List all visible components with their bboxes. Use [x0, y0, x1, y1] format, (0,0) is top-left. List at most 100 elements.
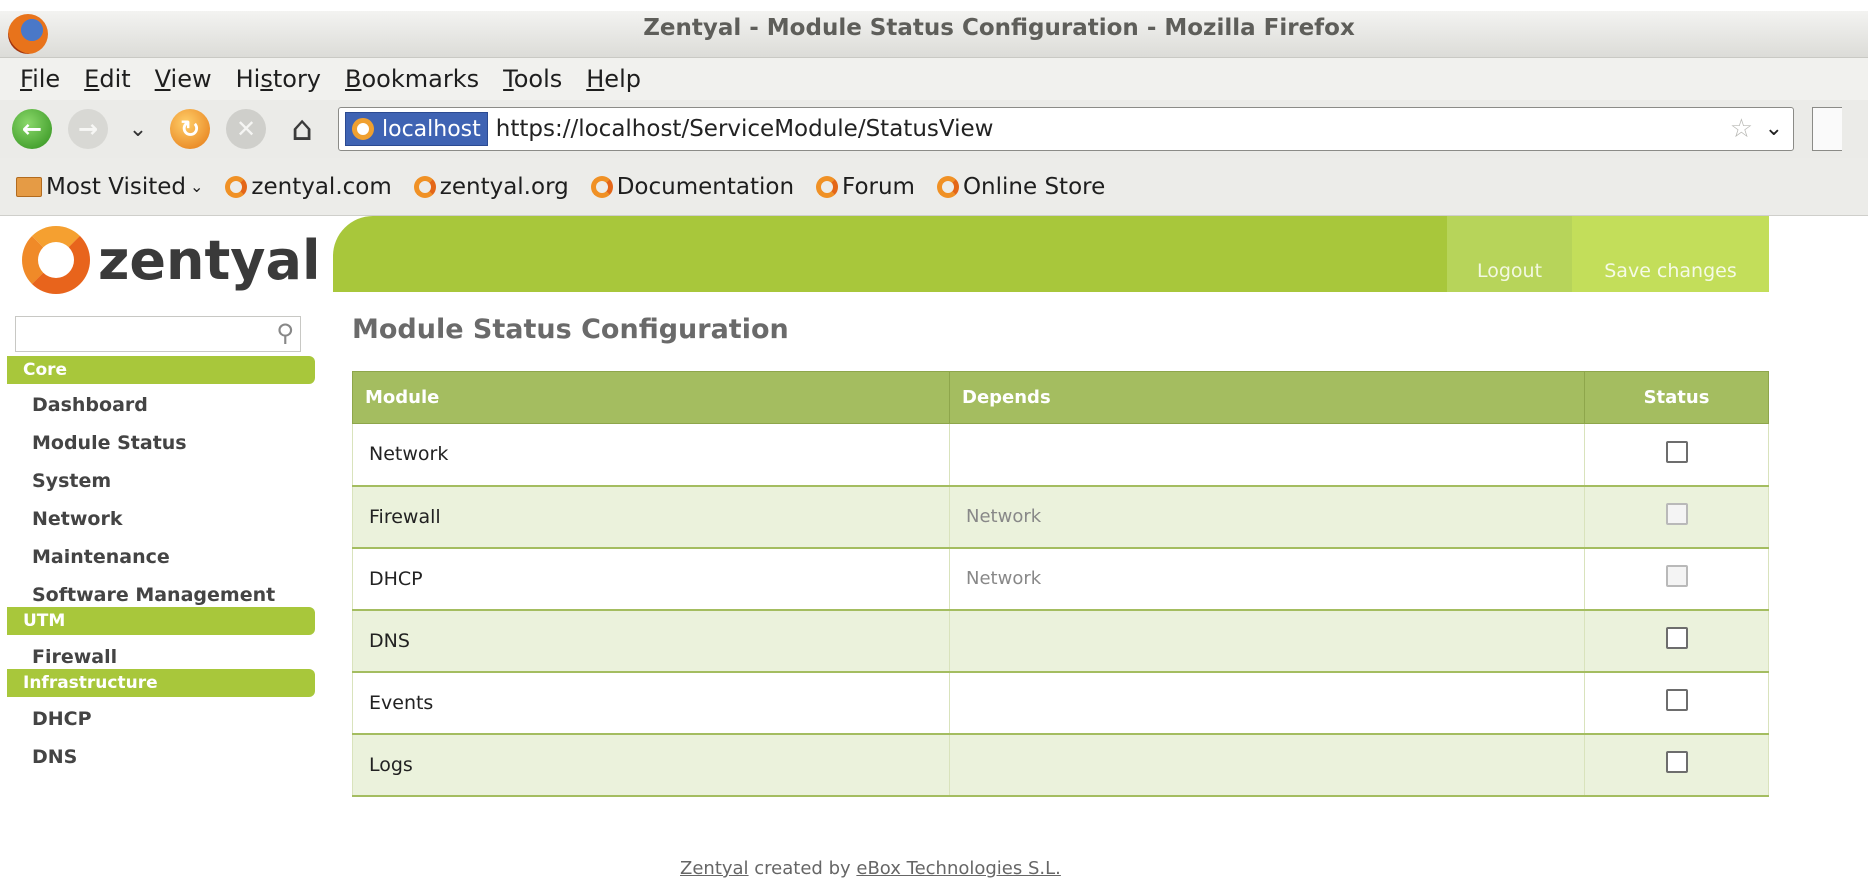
menu-view[interactable]: View	[155, 65, 212, 93]
page-footer: Zentyal created by eBox Technologies S.L…	[680, 858, 1061, 879]
status-checkbox	[1665, 503, 1688, 525]
sidebar-item-software-management[interactable]: Software Management	[32, 584, 275, 606]
menu-bookmarks[interactable]: Bookmarks	[345, 65, 479, 93]
site-identity-label: localhost	[382, 116, 481, 142]
sidebar-item-network[interactable]: Network	[32, 508, 122, 530]
bookmark-online-store[interactable]: Online Store	[936, 173, 1106, 200]
table-header-row: Module Depends Status	[352, 371, 1769, 424]
zentyal-favicon-icon	[413, 175, 436, 198]
footer-text: created by	[748, 858, 857, 879]
table-row: DNS	[352, 609, 1769, 673]
sidebar-item-dhcp[interactable]: DHCP	[32, 708, 92, 730]
module-name: DHCP	[352, 547, 950, 611]
home-icon[interactable]: ⌂	[282, 109, 322, 149]
table-row: Events	[352, 671, 1769, 735]
bookmark-documentation[interactable]: Documentation	[590, 173, 795, 200]
bookmark-label: zentyal.com	[251, 173, 392, 200]
bookmark-zentyal-org[interactable]: zentyal.org	[413, 173, 569, 200]
zentyal-favicon-icon	[225, 175, 248, 198]
column-header-depends: Depends	[949, 371, 1585, 424]
sidebar-item-system[interactable]: System	[32, 470, 111, 492]
logout-link[interactable]: Logout	[1447, 216, 1572, 292]
history-dropdown-icon[interactable]: ⌄	[124, 117, 152, 142]
table-row: Network	[352, 423, 1769, 487]
sidebar-section-utm[interactable]: UTM	[7, 607, 315, 635]
sidebar-section-core[interactable]: Core	[7, 356, 315, 384]
sidebar-item-dashboard[interactable]: Dashboard	[32, 394, 148, 416]
save-changes-link[interactable]: Save changes	[1572, 216, 1769, 292]
url-text[interactable]: https://localhost/ServiceModule/StatusVi…	[496, 116, 994, 142]
status-cell	[1584, 423, 1769, 487]
bookmark-most-visited[interactable]: Most Visited ⌄	[16, 174, 203, 200]
bookmark-forum[interactable]: Forum	[816, 174, 915, 200]
status-checkbox[interactable]	[1665, 751, 1688, 773]
zentyal-favicon-icon	[936, 175, 959, 198]
sidebar-item-dns[interactable]: DNS	[32, 746, 77, 768]
table-row: Firewall Network	[352, 485, 1769, 549]
site-favicon-icon	[352, 118, 374, 140]
menu-tools[interactable]: Tools	[503, 65, 562, 93]
module-name: Network	[352, 423, 950, 487]
bookmark-star-icon[interactable]: ☆	[1730, 114, 1753, 144]
search-icon[interactable]: ⚲	[276, 319, 294, 347]
status-cell	[1584, 485, 1769, 549]
window-title: Zentyal - Module Status Configuration - …	[643, 15, 1355, 41]
sidebar-item-firewall[interactable]: Firewall	[32, 646, 117, 668]
zentyal-logo-icon	[22, 226, 90, 294]
table-row: Logs	[352, 733, 1769, 797]
module-status-table: Module Depends Status Network Firewall N…	[352, 371, 1769, 797]
module-depends	[949, 609, 1585, 673]
module-depends	[949, 733, 1585, 797]
url-dropdown-icon[interactable]: ⌄	[1765, 116, 1783, 141]
status-checkbox[interactable]	[1665, 440, 1688, 463]
status-cell	[1584, 733, 1769, 797]
page-title: Module Status Configuration	[352, 314, 789, 345]
navigation-toolbar: ← → ⌄ ↻ ✕ ⌂ localhost https://localhost/…	[0, 100, 1868, 158]
status-cell	[1584, 671, 1769, 735]
page-content: zentyal Logout Save changes ⚲ Core Dashb…	[0, 216, 1868, 882]
chevron-down-icon: ⌄	[190, 177, 204, 196]
menu-help[interactable]: Help	[586, 65, 641, 93]
status-cell	[1584, 547, 1769, 611]
search-bar[interactable]	[1812, 107, 1842, 151]
sidebar-section-infrastructure[interactable]: Infrastructure	[7, 669, 315, 697]
status-checkbox	[1665, 565, 1688, 587]
stop-button[interactable]: ✕	[226, 109, 266, 149]
bookmark-label: Forum	[842, 173, 915, 200]
footer-company-link[interactable]: eBox Technologies S.L.	[856, 858, 1061, 879]
status-checkbox[interactable]	[1665, 627, 1688, 649]
menu-history[interactable]: History	[236, 65, 321, 93]
module-name: Events	[352, 671, 950, 735]
reload-button[interactable]: ↻	[170, 109, 210, 149]
zentyal-logo[interactable]: zentyal	[22, 226, 320, 294]
sidebar-item-maintenance[interactable]: Maintenance	[32, 546, 170, 568]
module-name: DNS	[352, 609, 950, 673]
zentyal-favicon-icon	[590, 175, 613, 198]
status-cell	[1584, 609, 1769, 673]
menu-edit[interactable]: Edit	[84, 65, 130, 93]
bookmark-label: zentyal.org	[439, 173, 569, 200]
folder-icon	[16, 176, 42, 197]
module-name: Firewall	[352, 485, 950, 549]
bookmark-label: Documentation	[616, 173, 795, 200]
window-titlebar: Zentyal - Module Status Configuration - …	[0, 0, 1868, 58]
footer-zentyal-link[interactable]: Zentyal	[680, 858, 749, 879]
bookmarks-toolbar: Most Visited ⌄ zentyal.com zentyal.org D…	[0, 158, 1868, 216]
sidebar-item-module-status[interactable]: Module Status	[32, 432, 187, 454]
status-checkbox[interactable]	[1665, 689, 1688, 711]
bookmark-zentyal-com[interactable]: zentyal.com	[225, 173, 392, 200]
menu-bar: File Edit View History Bookmarks Tools H…	[0, 58, 1868, 100]
url-bar[interactable]: localhost https://localhost/ServiceModul…	[338, 107, 1794, 151]
back-button[interactable]: ←	[12, 109, 52, 149]
site-identity-button[interactable]: localhost	[345, 112, 488, 146]
module-depends: Network	[949, 485, 1585, 549]
bookmark-label: Most Visited	[46, 173, 186, 200]
column-header-status: Status	[1584, 371, 1769, 424]
logo-text: zentyal	[98, 228, 321, 292]
zentyal-favicon-icon	[816, 175, 839, 198]
column-header-module: Module	[352, 371, 950, 424]
forward-button[interactable]: →	[68, 109, 108, 149]
menu-file[interactable]: File	[20, 65, 60, 93]
menu-search-input[interactable]: ⚲	[15, 316, 301, 352]
bookmark-label: Online Store	[962, 173, 1106, 200]
